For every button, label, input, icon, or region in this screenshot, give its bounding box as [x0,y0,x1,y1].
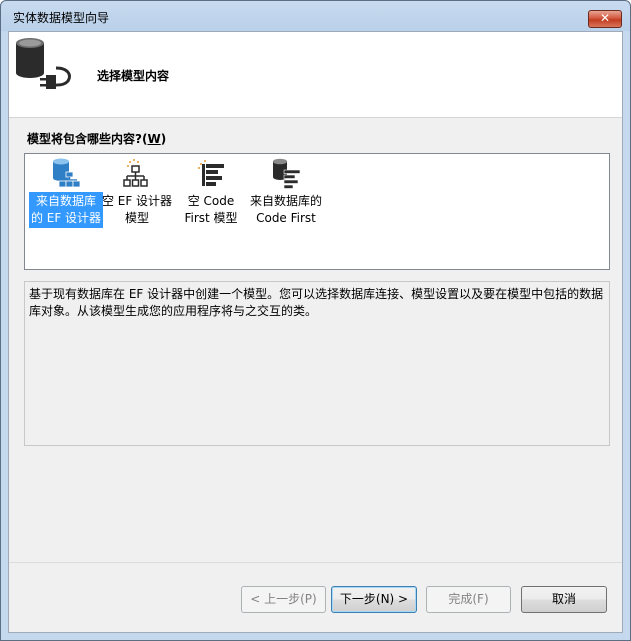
title-bar[interactable]: 实体数据模型向导 ✕ [1,1,630,31]
item-label: 来自数据库的 Code First [248,192,324,228]
content-prompt-label: 模型将包含哪些内容?(W) [27,130,166,147]
next-button[interactable]: 下一步(N) > [331,586,417,613]
item-label-line1: 来自数据库 [35,194,96,208]
description-box: 基于现有数据库在 EF 设计器中创建一个模型。您可以选择数据库连接、模型设置以及… [24,281,610,446]
back-button[interactable]: < 上一步(P) [241,586,326,613]
item-label: 来自数据库的 EF 设计器 [28,192,104,228]
database-plug-icon [16,38,71,89]
item-label-line1: 空 Code [187,194,235,208]
database-designer-icon [53,158,81,188]
item-label-line2: 模型 [124,211,149,225]
item-label-line2: First 模型 [184,211,238,225]
window-title: 实体数据模型向导 [13,11,110,25]
page-title: 选择模型内容 [97,69,170,83]
description-text: 基于现有数据库在 EF 设计器中创建一个模型。您可以选择数据库连接、模型设置以及… [29,287,604,318]
item-label-line1: 空 EF 设计器 [101,194,173,208]
item-label: 空 Code First 模型 [182,192,239,228]
footer-divider [9,562,622,563]
list-item-empty-code-first-model[interactable]: 空 Code First 模型 [172,156,250,228]
list-item-code-first-from-database[interactable]: 来自数据库的 Code First [247,156,325,228]
header-banner: 选择模型内容 [9,32,622,118]
list-item-ef-designer-from-database[interactable]: 来自数据库的 EF 设计器 [27,156,105,228]
wizard-window: 实体数据模型向导 ✕ 选择模型内容 模型将包含哪些内容?(W) 来自数据库 的 … [0,0,631,641]
model-content-list[interactable]: 来自数据库的 EF 设计器 空 EF 设计器 模型 空 Code First 模… [24,153,610,270]
finish-button[interactable]: 完成(F) [426,586,511,613]
empty-model-icon [123,159,148,187]
item-label-line1: 来自数据库的 [249,194,322,208]
prompt-text: 模型将包含哪些内容?( [27,132,148,146]
empty-code-first-icon [198,160,224,186]
item-label-line2: Code First [256,211,316,225]
close-icon: ✕ [599,11,611,25]
prompt-hotkey: W [147,132,161,146]
close-button[interactable]: ✕ [588,10,622,28]
database-code-first-icon [273,158,301,189]
cancel-button[interactable]: 取消 [521,586,607,613]
list-item-empty-ef-designer-model[interactable]: 空 EF 设计器 模型 [98,156,176,228]
prompt-suffix: ) [160,132,167,146]
dialog-client-area: 选择模型内容 模型将包含哪些内容?(W) 来自数据库的 EF 设计器 空 EF … [8,31,623,633]
item-label: 空 EF 设计器 模型 [100,192,174,228]
item-label-line2: 的 EF 设计器 [30,211,102,225]
